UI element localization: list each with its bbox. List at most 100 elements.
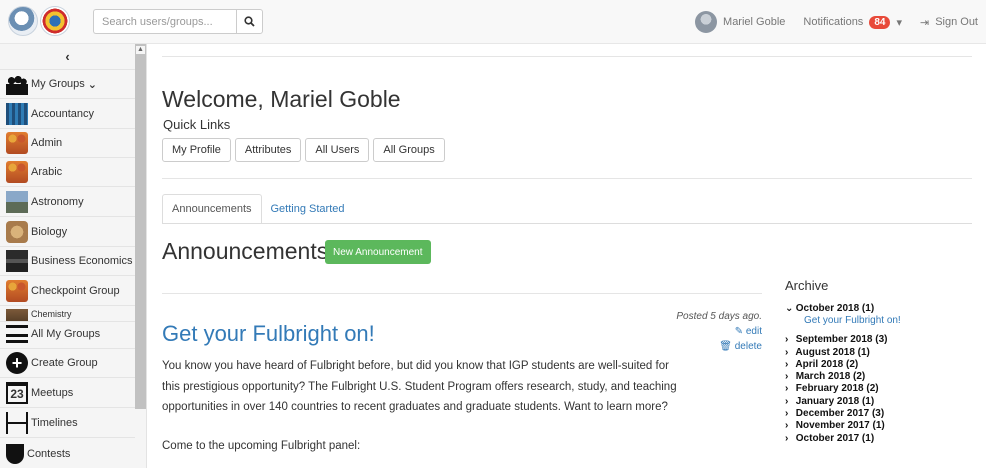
archive-month-open[interactable]: ⌄ October 2018 (1) xyxy=(785,303,975,315)
sidebar-item-checkpoint-group[interactable]: Checkpoint Group xyxy=(0,277,135,306)
avatar[interactable] xyxy=(695,11,718,33)
chevron-down-icon: ⌄ xyxy=(87,78,98,91)
pencil-icon: ✎ xyxy=(734,326,744,337)
group-thumbnail xyxy=(6,221,28,243)
tab-announcements[interactable]: Announcements xyxy=(162,194,262,224)
attributes-button[interactable]: Attributes xyxy=(234,138,302,162)
all-users-button[interactable]: All Users xyxy=(305,138,370,162)
sidebar-meetups[interactable]: 23 Meetups xyxy=(0,379,135,408)
scroll-up-arrow[interactable]: ▲ xyxy=(136,46,145,54)
sidebar-item-label: Timelines xyxy=(31,417,78,429)
site-logo[interactable] xyxy=(8,6,38,36)
archive-month[interactable]: › April 2018 (2) xyxy=(785,359,975,371)
archive-heading: Archive xyxy=(785,278,829,293)
quick-links-heading: Quick Links xyxy=(163,117,231,132)
chevron-right-icon: › xyxy=(785,395,789,407)
chevron-right-icon: › xyxy=(785,334,789,346)
sidebar-item-admin[interactable]: Admin xyxy=(0,129,135,158)
sidebar-scrollbar[interactable] xyxy=(135,44,146,409)
edit-link[interactable]: ✎ edit xyxy=(660,326,762,337)
quick-links-buttons: My Profile Attributes All Users All Grou… xyxy=(162,138,445,162)
sidebar-item-label: Astronomy xyxy=(31,196,84,208)
delete-label: delete xyxy=(734,341,762,352)
archive-month[interactable]: › January 2018 (1) xyxy=(785,396,975,408)
archive-month[interactable]: › March 2018 (2) xyxy=(785,371,975,383)
sidebar-item-label: Contests xyxy=(27,447,71,460)
post-body: You know you have heard of Fulbright bef… xyxy=(162,356,682,418)
archive-month-label: October 2018 (1) xyxy=(795,303,875,314)
archive-month[interactable]: › September 2018 (3) xyxy=(785,334,975,346)
sidebar-item-label: Business Economics xyxy=(31,255,133,267)
calendar-icon: 23 xyxy=(6,382,28,404)
sidebar-item-label: My Groups xyxy=(31,78,85,90)
archive-month[interactable]: › December 2017 (3) xyxy=(785,408,975,420)
sidebar-item-biology[interactable]: Biology xyxy=(0,218,135,247)
archive-month[interactable]: › February 2018 (2) xyxy=(785,383,975,395)
tab-bar: Announcements Getting Started xyxy=(162,194,354,224)
my-profile-button[interactable]: My Profile xyxy=(162,138,231,162)
sidebar-item-label: Checkpoint Group xyxy=(31,285,120,297)
sidebar-item-label: Chemistry xyxy=(31,309,72,319)
sidebar-my-groups[interactable]: My Groups ⌄ xyxy=(0,70,135,99)
sidebar-item-label: Biology xyxy=(31,226,68,238)
group-thumbnail xyxy=(6,280,28,302)
archive-month-label: April 2018 (2) xyxy=(795,358,859,370)
archive-month[interactable]: › October 2017 (1) xyxy=(785,433,975,445)
sidebar-timelines[interactable]: Timelines xyxy=(0,409,135,438)
sidebar-item-label: Meetups xyxy=(31,387,74,399)
archive-month[interactable]: › November 2017 (1) xyxy=(785,420,975,432)
archive-month-label: November 2017 (1) xyxy=(795,420,885,432)
sidebar-item-astronomy[interactable]: Astronomy xyxy=(0,188,135,217)
all-groups-button[interactable]: All Groups xyxy=(373,138,445,162)
new-announcement-button[interactable]: New Announcement xyxy=(325,240,431,264)
sign-out-icon: ⇥ xyxy=(919,16,930,29)
archive-post-link[interactable]: Get your Fulbright on! xyxy=(785,315,975,327)
notifications-badge[interactable]: 84 xyxy=(869,15,891,29)
list-icon xyxy=(6,325,28,343)
sidebar-contests[interactable]: Contests xyxy=(0,439,135,468)
sidebar-collapse-button[interactable]: ‹ xyxy=(0,44,135,70)
search-input[interactable] xyxy=(93,9,236,34)
chevron-right-icon: › xyxy=(785,358,789,370)
chevron-down-icon: ⌄ xyxy=(785,303,794,314)
chevron-right-icon: › xyxy=(785,371,789,383)
archive-month-label: February 2018 (2) xyxy=(795,383,879,395)
trash-icon: 🗑 xyxy=(719,341,732,352)
top-navbar: Mariel Goble Notifications 84 ▾ ⇥ Sign O… xyxy=(0,0,986,44)
group-thumbnail xyxy=(6,132,28,154)
group-thumbnail xyxy=(6,161,28,183)
tab-getting-started[interactable]: Getting Started xyxy=(262,194,354,224)
chevron-right-icon: › xyxy=(785,408,789,420)
user-name-link[interactable]: Mariel Goble xyxy=(723,16,785,28)
post-paragraph: Come to the upcoming Fulbright panel: xyxy=(162,440,361,452)
partner-logo[interactable] xyxy=(40,6,70,36)
sign-out-link[interactable]: Sign Out xyxy=(935,16,978,28)
divider xyxy=(162,178,972,179)
sidebar-item-business-economics[interactable]: Business Economics xyxy=(0,247,135,276)
sidebar-item-label: Create Group xyxy=(31,357,98,369)
group-thumbnail xyxy=(6,250,28,272)
tab-divider xyxy=(162,223,972,224)
timeline-icon xyxy=(6,412,28,434)
sidebar-create-group[interactable]: + Create Group xyxy=(0,349,135,378)
post-paragraph: You know you have heard of Fulbright bef… xyxy=(162,360,677,413)
post-title-link[interactable]: Get your Fulbright on! xyxy=(162,321,375,347)
sidebar-item-accountancy[interactable]: Accountancy xyxy=(0,100,135,129)
group-thumbnail xyxy=(6,191,28,213)
sidebar-item-label: Arabic xyxy=(31,166,63,178)
search-button[interactable] xyxy=(236,9,263,34)
chevron-right-icon: › xyxy=(785,432,789,444)
notifications-link[interactable]: Notifications xyxy=(803,16,863,28)
group-thumbnail xyxy=(6,103,28,125)
divider xyxy=(162,56,972,57)
archive-month[interactable]: › August 2018 (1) xyxy=(785,347,975,359)
sidebar-all-my-groups[interactable]: All My Groups xyxy=(0,320,135,349)
archive-month-label: October 2017 (1) xyxy=(795,432,875,444)
plus-circle-icon: + xyxy=(6,352,28,374)
delete-link[interactable]: 🗑 delete xyxy=(660,341,762,352)
chevron-right-icon: › xyxy=(785,420,789,432)
archive-month-label: August 2018 (1) xyxy=(795,346,870,358)
chevron-down-icon[interactable]: ▾ xyxy=(896,16,902,29)
sidebar-item-arabic[interactable]: Arabic xyxy=(0,158,135,187)
trophy-icon xyxy=(6,443,24,464)
